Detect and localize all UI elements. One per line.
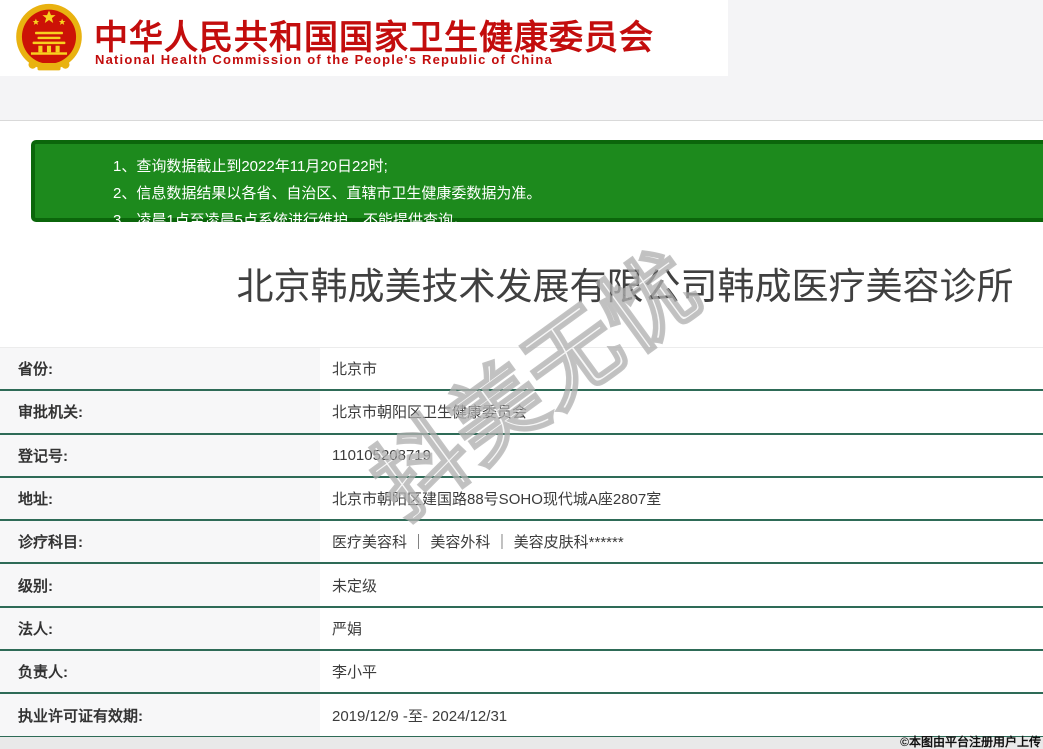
table-row-person-in-charge: 负责人: 李小平 bbox=[0, 651, 1043, 695]
site-title-english: National Health Commission of the People… bbox=[95, 52, 553, 67]
field-label: 级别: bbox=[0, 564, 320, 606]
field-value: 110105208719 bbox=[320, 434, 1043, 476]
field-value: 未定级 bbox=[320, 564, 1043, 606]
national-emblem-icon bbox=[16, 3, 82, 71]
field-value: 北京市朝阳区卫生健康委员会 bbox=[320, 391, 1043, 433]
notice-line-1: 1、查询数据截止到2022年11月20日22时; bbox=[113, 158, 388, 175]
field-label: 负责人: bbox=[0, 651, 320, 693]
institution-info-table: 省份: 北京市 审批机关: 北京市朝阳区卫生健康委员会 登记号: 1101052… bbox=[0, 347, 1043, 738]
field-label: 省份: bbox=[0, 348, 320, 390]
field-value: 北京市 bbox=[320, 348, 1043, 390]
table-row-approval-authority: 审批机关: 北京市朝阳区卫生健康委员会 bbox=[0, 391, 1043, 435]
table-row-legal-person: 法人: 严娟 bbox=[0, 607, 1043, 652]
field-label: 诊疗科目: bbox=[0, 521, 320, 563]
field-label: 法人: bbox=[0, 607, 320, 650]
field-label: 审批机关: bbox=[0, 391, 320, 433]
table-row-medical-subjects: 诊疗科目: 医疗美容科 ｜ 美容外科 ｜ 美容皮肤科****** bbox=[0, 521, 1043, 565]
table-row-license-validity: 执业许可证有效期: 2019/12/9 -至- 2024/12/31 bbox=[0, 694, 1043, 738]
site-header: 中华人民共和国国家卫生健康委员会 National Health Commiss… bbox=[0, 0, 728, 76]
field-value: 北京市朝阳区建国路88号SOHO现代城A座2807室 bbox=[320, 477, 1043, 520]
field-label: 登记号: bbox=[0, 434, 320, 476]
page: 中华人民共和国国家卫生健康委员会 National Health Commiss… bbox=[0, 0, 1043, 749]
query-notice-box: 1、查询数据截止到2022年11月20日22时; 2、信息数据结果以各省、自治区… bbox=[31, 140, 1043, 229]
bottom-strip: ©本图由平台注册用户上传 bbox=[0, 735, 1043, 749]
notice-line-3: 3、凌晨1点至凌晨5点系统进行维护，不能提供查询。 bbox=[113, 212, 469, 229]
field-label: 地址: bbox=[0, 477, 320, 520]
table-row-registration-number: 登记号: 110105208719 bbox=[0, 434, 1043, 478]
table-row-address: 地址: 北京市朝阳区建国路88号SOHO现代城A座2807室 bbox=[0, 477, 1043, 522]
table-row-level: 级别: 未定级 bbox=[0, 564, 1043, 608]
field-value: 2019/12/9 -至- 2024/12/31 bbox=[320, 694, 1043, 736]
table-row-province: 省份: 北京市 bbox=[0, 348, 1043, 392]
field-value: 医疗美容科 ｜ 美容外科 ｜ 美容皮肤科****** bbox=[320, 521, 1043, 563]
notice-line-2: 2、信息数据结果以各省、自治区、直辖市卫生健康委数据为准。 bbox=[113, 185, 542, 202]
field-value: 严娟 bbox=[320, 607, 1043, 650]
institution-name-title: 北京韩成美技术发展有限公司韩成医疗美容诊所 bbox=[236, 266, 1014, 307]
field-value: 李小平 bbox=[320, 651, 1043, 693]
field-label: 执业许可证有效期: bbox=[0, 694, 320, 736]
copyright-note: ©本图由平台注册用户上传 bbox=[900, 735, 1041, 749]
